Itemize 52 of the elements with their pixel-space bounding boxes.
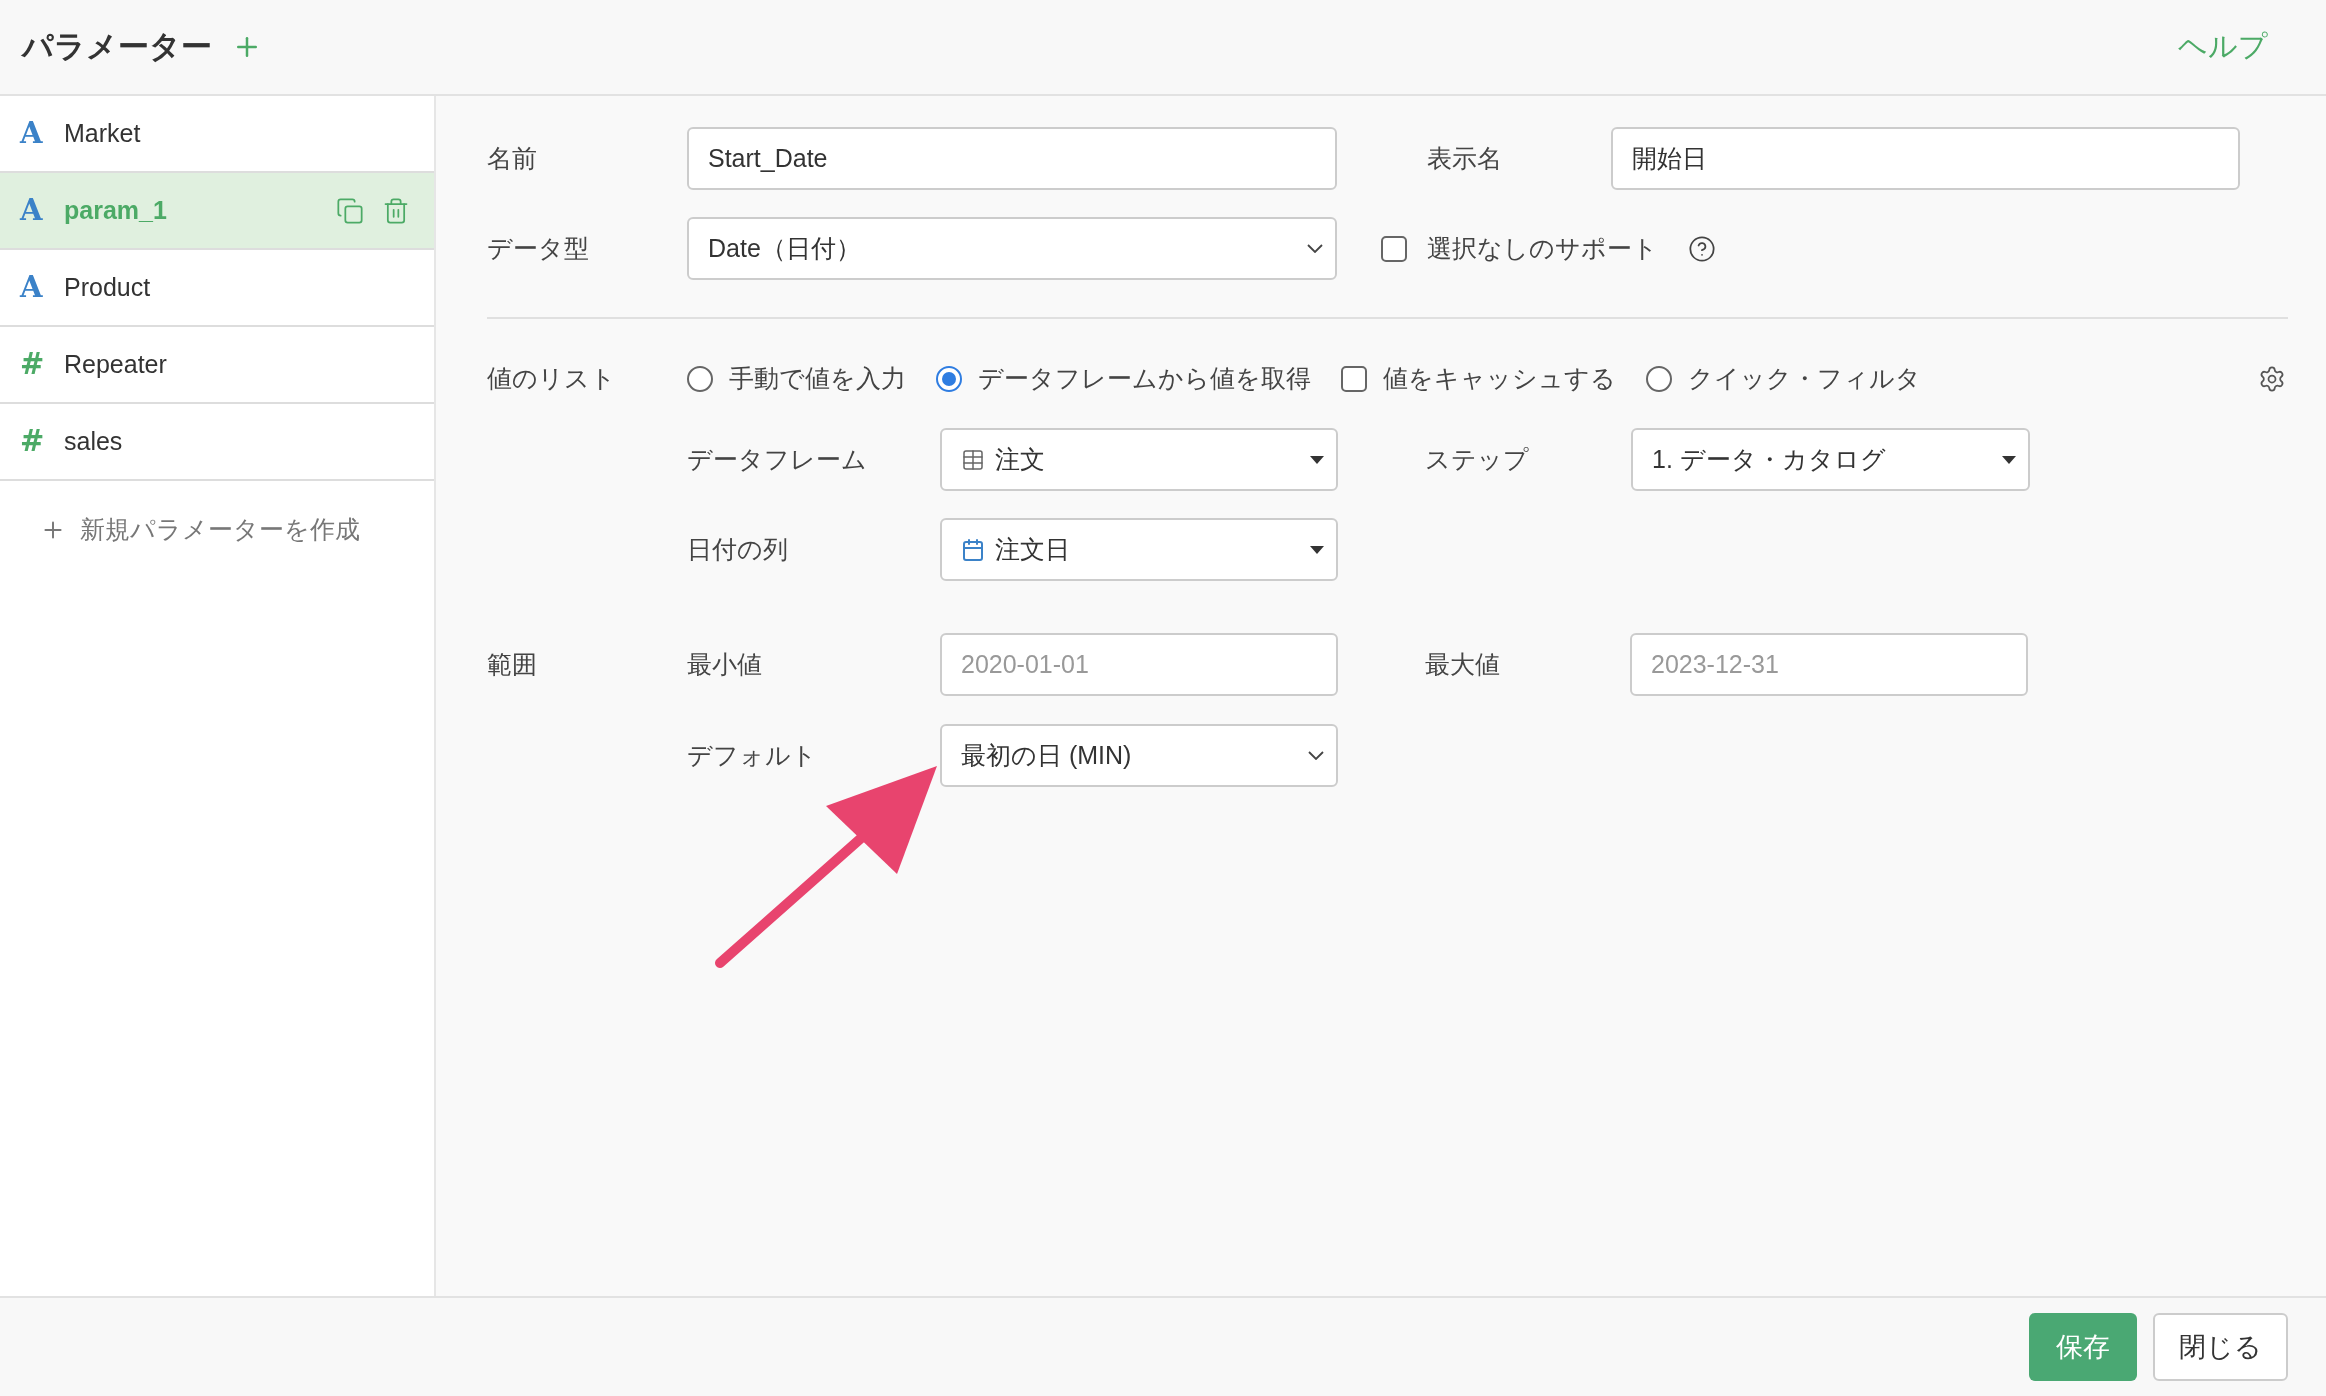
field-label: データ型 (487, 233, 589, 262)
field-label: 名前 (487, 143, 537, 172)
create-parameter-link[interactable]: 新規パラメーターを作成 (40, 511, 434, 549)
help-icon[interactable] (1688, 234, 1716, 263)
checkbox[interactable] (1381, 235, 1407, 262)
text-field[interactable]: Start_Date (687, 127, 1337, 190)
type-glyph: A (20, 191, 44, 229)
field-label: 最大値 (1425, 649, 1500, 678)
option-label: 手動で値を入力 (729, 363, 906, 395)
checkbox-label: 選択なしのサポート (1427, 232, 1658, 264)
field-label: データフレーム (687, 444, 867, 473)
table-icon (961, 447, 985, 472)
settings-icon[interactable] (2258, 365, 2286, 393)
field-label: 表示名 (1427, 143, 1502, 172)
radio-button[interactable] (1646, 366, 1672, 392)
parameter-name: Repeater (64, 348, 168, 380)
dropdown[interactable]: Date（日付） (687, 217, 1337, 280)
chevron-down-icon (1308, 751, 1324, 760)
field-label: 日付の列 (687, 534, 788, 563)
text-field[interactable]: 2020-01-01 (940, 633, 1338, 696)
field-label: 最小値 (687, 649, 762, 678)
dropdown[interactable]: 注文 (940, 428, 1338, 491)
parameter-name: sales (64, 425, 124, 457)
chevron-down-icon (1307, 244, 1323, 253)
dropdown[interactable]: 1. データ・カタログ (1631, 428, 2030, 491)
page-title: パラメーター (22, 27, 212, 66)
field-label: 範囲 (487, 649, 537, 678)
type-glyph: A (20, 114, 44, 152)
option-label: クイック・フィルタ (1688, 363, 1921, 395)
parameter-name: Market (64, 117, 142, 149)
option-label: 値をキャッシュする (1383, 363, 1616, 395)
type-glyph: # (20, 422, 46, 460)
field-label: ステップ (1425, 444, 1529, 473)
dropdown[interactable]: 注文日 (940, 518, 1338, 581)
field-label: デフォルト (687, 740, 817, 769)
type-glyph: A (20, 268, 44, 306)
caret-icon (1310, 545, 1324, 554)
option-label: データフレームから値を取得 (978, 363, 1311, 395)
checkbox[interactable] (1341, 366, 1367, 392)
calendar-icon (961, 537, 985, 562)
caret-icon (1310, 455, 1324, 464)
radio-button[interactable] (687, 366, 713, 392)
caret-icon (2002, 455, 2016, 464)
text-field[interactable]: 2023-12-31 (1630, 633, 2028, 696)
type-glyph: # (20, 345, 46, 383)
close-button[interactable]: 閉じる (2153, 1313, 2288, 1381)
text-field[interactable]: 開始日 (1611, 127, 2240, 190)
parameter-name: param_1 (64, 194, 168, 226)
field-label: 値のリスト (487, 364, 616, 393)
parameter-name: Product (64, 271, 152, 303)
radio-button[interactable] (936, 366, 962, 392)
dropdown[interactable]: 最初の日 (MIN) (940, 724, 1338, 787)
